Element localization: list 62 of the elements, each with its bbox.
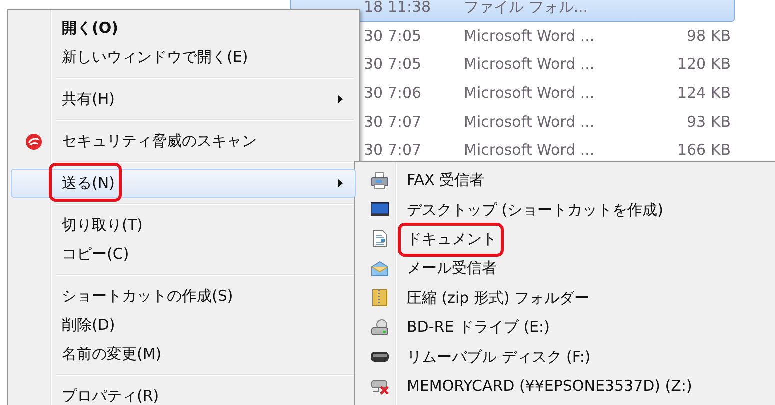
menu-item-label: 名前の変更(M) [62, 345, 162, 364]
menu-item-label: メール受信者 [407, 259, 497, 278]
menu-item[interactable]: ショートカットの作成(S) [11, 282, 356, 311]
menu-item-label: 送る(N) [62, 174, 115, 193]
menu-item[interactable]: 圧縮 (zip 形式) フォルダー [358, 284, 775, 313]
menu-item-label: 切り取り(T) [62, 216, 143, 235]
disc-drive-icon [371, 318, 389, 337]
menu-item-label: デスクトップ (ショートカットを作成) [407, 200, 664, 220]
menu-item[interactable]: 共有(H) [11, 85, 356, 114]
size-cell-text: 166 KB [676, 141, 732, 160]
menu-item-label: FAX 受信者 [407, 171, 485, 190]
type-cell-text: Microsoft Word ... [464, 112, 596, 131]
menu-item[interactable]: BD-RE ドライブ (E:) [358, 312, 775, 342]
date-cell-text: 18 11:38 [363, 0, 432, 16]
selected-row[interactable]: 18 11:38 ファイル フォル... [290, 0, 735, 22]
menu-item-label: セキュリティ脅威のスキャン [62, 132, 257, 151]
size-cell-text: 98 KB [686, 26, 732, 45]
menu-item-label: MEMORYCARD (¥¥EPSONE3537D) (Z:) [407, 377, 692, 396]
menu-item-label: プロパティ(R) [62, 387, 160, 405]
menu-item[interactable]: 名前の変更(M) [11, 340, 356, 369]
type-cell-text: Microsoft Word ... [464, 141, 596, 160]
zip-folder-icon [371, 289, 389, 308]
menu-item[interactable]: ドキュメント [358, 224, 775, 254]
menu-item[interactable]: セキュリティ脅威のスキャン [11, 127, 356, 156]
menu-item[interactable]: コピー(C) [11, 240, 356, 269]
envelope-icon [371, 260, 389, 278]
type-cell-text: Microsoft Word ... [464, 55, 596, 74]
menu-item[interactable]: 送る(N) [11, 169, 356, 198]
menu-item[interactable]: リムーバブル ディスク (F:) [358, 342, 775, 372]
document-icon [371, 230, 389, 248]
menu-item-label: BD-RE ドライブ (E:) [407, 318, 550, 338]
menu-item-label: ドキュメント [407, 230, 497, 249]
scan-icon [25, 132, 43, 150]
menu-item-label: リムーバブル ディスク (F:) [407, 348, 591, 367]
date-cell-text: 30 7:05 [363, 55, 423, 74]
size-cell-text: 93 KB [686, 112, 732, 131]
size-cell-text: 124 KB [676, 84, 732, 102]
printer-icon [371, 172, 389, 190]
menu-item-label: 共有(H) [62, 90, 115, 109]
menu-item[interactable]: FAX 受信者 [358, 166, 775, 196]
monitor-icon [371, 201, 389, 220]
date-cell-text: 30 7:06 [363, 84, 423, 102]
date-cell-text: 30 7:07 [363, 112, 423, 131]
menu-item-label: 新しいウィンドウで開く(E) [62, 48, 248, 67]
menu-item-label: ショートカットの作成(S) [62, 287, 234, 306]
menu-item[interactable]: 新しいウィンドウで開く(E) [11, 43, 356, 72]
type-cell-text: Microsoft Word ... [464, 84, 596, 102]
menu-item[interactable]: メール受信者 [358, 254, 775, 284]
menu-item[interactable]: プロパティ(R) [11, 382, 356, 405]
menu-item[interactable]: MEMORYCARD (¥¥EPSONE3537D) (Z:) [358, 372, 775, 402]
menu-item-label: 削除(D) [62, 316, 116, 335]
menu-item[interactable]: デスクトップ (ショートカットを作成) [358, 195, 775, 225]
menu-item[interactable]: 切り取り(T) [11, 211, 356, 240]
date-cell-text: 30 7:07 [363, 141, 423, 160]
menu-item-label: 圧縮 (zip 形式) フォルダー [407, 288, 590, 308]
size-cell-text: 120 KB [676, 55, 732, 74]
menu-item[interactable]: 削除(D) [11, 311, 356, 340]
type-cell-text: ファイル フォル... [464, 0, 590, 17]
type-cell-text: Microsoft Word ... [464, 26, 596, 45]
menu-item-label: コピー(C) [62, 245, 130, 264]
menu-item-label: 開く(O) [62, 19, 118, 38]
date-cell-text: 30 7:05 [363, 26, 423, 45]
